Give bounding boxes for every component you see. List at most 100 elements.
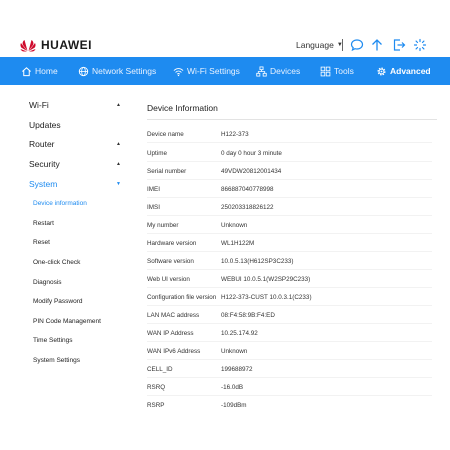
- row-divider: [147, 269, 432, 270]
- huawei-logo[interactable]: HUAWEI: [20, 38, 92, 52]
- page-title: Device Information: [147, 103, 218, 113]
- info-value: Unknown: [221, 222, 248, 229]
- language-label: Language: [296, 40, 334, 50]
- language-selector[interactable]: Language ▼: [296, 40, 343, 50]
- title-divider: [147, 119, 437, 120]
- row-divider: [147, 179, 432, 180]
- info-label: WAN IP Address: [147, 330, 194, 337]
- logout-icon[interactable]: [392, 38, 406, 52]
- chevron-up-icon: ▲: [116, 141, 121, 147]
- info-value: Unknown: [221, 348, 248, 355]
- sidebar-item-one-click-check[interactable]: One-click Check: [33, 259, 80, 266]
- info-label: Web UI version: [147, 276, 190, 283]
- chat-icon[interactable]: [350, 38, 364, 52]
- nav-wifi-settings-label: Wi-Fi Settings: [187, 66, 240, 76]
- info-value: WEBUI 10.0.5.1(W2SP29C233): [221, 276, 311, 283]
- info-value: -109dBm: [221, 402, 247, 409]
- devices-icon: [256, 66, 267, 76]
- info-value: H122-373: [221, 131, 249, 138]
- info-label: Uptime: [147, 150, 167, 157]
- info-label: CELL_ID: [147, 366, 173, 373]
- info-label: RSRP: [147, 402, 165, 409]
- info-label: RSRQ: [147, 384, 166, 391]
- info-value: -16.0dB: [221, 384, 244, 391]
- tools-icon: [320, 66, 331, 76]
- chevron-up-icon: ▲: [116, 102, 121, 108]
- sidebar-section-wifi[interactable]: Wi-Fi ▲: [29, 98, 121, 112]
- loading-icon: [413, 38, 427, 52]
- nav-devices[interactable]: Devices: [256, 57, 300, 85]
- sidebar-item-time-settings[interactable]: Time Settings: [33, 337, 73, 344]
- top-header: HUAWEI Language ▼: [0, 0, 450, 57]
- nav-network-settings-label: Network Settings: [92, 66, 157, 76]
- nav-wifi-settings[interactable]: Wi-Fi Settings: [173, 57, 240, 85]
- info-label: Device name: [147, 131, 184, 138]
- info-value: 866887040778998: [221, 186, 274, 193]
- upload-arrow-icon[interactable]: [370, 38, 384, 52]
- info-value: WL1H122M: [221, 240, 255, 247]
- row-divider: [147, 251, 432, 252]
- nav-devices-label: Devices: [270, 66, 301, 76]
- sidebar-section-label: Updates: [29, 120, 61, 130]
- sidebar-item-pin-code-management[interactable]: PIN Code Management: [33, 318, 101, 325]
- nav-tools-label: Tools: [334, 66, 354, 76]
- info-value: 250203318826122: [221, 204, 274, 211]
- info-value: 10.0.5.13(H612SP3C233): [221, 258, 294, 265]
- info-label: Serial number: [147, 168, 187, 175]
- main-content: Device Information Device name H122-373 …: [137, 96, 437, 450]
- sidebar-item-restart[interactable]: Restart: [33, 220, 54, 227]
- nav-network-settings[interactable]: Network Settings: [78, 57, 156, 85]
- row-divider: [147, 395, 432, 396]
- sidebar-item-modify-password[interactable]: Modify Password: [33, 298, 83, 305]
- nav-advanced[interactable]: Advanced: [376, 57, 431, 85]
- sidebar-section-security[interactable]: Security ▲: [29, 157, 121, 171]
- info-label: LAN MAC address: [147, 312, 200, 319]
- sidebar-item-device-information[interactable]: Device information: [33, 200, 87, 207]
- info-label: My number: [147, 222, 179, 229]
- wifi-icon: [173, 67, 184, 76]
- row-divider: [147, 197, 432, 198]
- sidebar-item-system-settings[interactable]: System Settings: [33, 357, 80, 364]
- sidebar-item-reset[interactable]: Reset: [33, 239, 50, 246]
- row-divider: [147, 377, 432, 378]
- row-divider: [147, 341, 432, 342]
- sidebar-section-router[interactable]: Router ▲: [29, 137, 121, 151]
- chevron-down-icon: ▼: [116, 181, 121, 187]
- row-divider: [147, 161, 432, 162]
- info-value: 199688972: [221, 366, 253, 373]
- info-label: Configuration file version: [147, 294, 217, 301]
- sidebar-section-label: Router: [29, 139, 55, 149]
- row-divider: [147, 287, 432, 288]
- row-divider: [147, 215, 432, 216]
- row-divider: [147, 305, 432, 306]
- info-value: H122-373-CUST 10.0.3.1(C233): [221, 294, 312, 301]
- sidebar: Wi-Fi ▲ Updates Router ▲ Security ▲ Syst…: [20, 96, 128, 450]
- chevron-up-icon: ▲: [116, 161, 121, 167]
- brand-name: HUAWEI: [41, 38, 92, 52]
- row-divider: [147, 233, 432, 234]
- sidebar-item-diagnosis[interactable]: Diagnosis: [33, 279, 62, 286]
- nav-home[interactable]: Home: [21, 57, 58, 85]
- sidebar-section-updates[interactable]: Updates: [29, 118, 121, 132]
- row-divider: [147, 359, 432, 360]
- info-row-rsrp: RSRP -109dBm: [147, 402, 432, 416]
- sidebar-section-label: System: [29, 179, 58, 189]
- sidebar-section-label: Wi-Fi: [29, 100, 49, 110]
- nav-home-label: Home: [35, 66, 58, 76]
- info-label: IMEI: [147, 186, 160, 193]
- nav-advanced-label: Advanced: [390, 66, 431, 76]
- globe-icon: [78, 66, 89, 76]
- info-value: 08:F4:58:9B:F4:ED: [221, 312, 275, 319]
- info-value: 0 day 0 hour 3 minute: [221, 150, 282, 157]
- row-divider: [147, 142, 432, 143]
- info-label: IMSI: [147, 204, 160, 211]
- sidebar-section-system[interactable]: System ▼: [29, 177, 121, 191]
- header-divider: [342, 39, 343, 51]
- huawei-logo-icon: [20, 40, 36, 52]
- home-icon: [22, 66, 31, 76]
- sidebar-section-label: Security: [29, 159, 60, 169]
- info-value: 10.25.174.92: [221, 330, 258, 337]
- info-label: Software version: [147, 258, 194, 265]
- info-label: Hardware version: [147, 240, 197, 247]
- nav-tools[interactable]: Tools: [320, 57, 354, 85]
